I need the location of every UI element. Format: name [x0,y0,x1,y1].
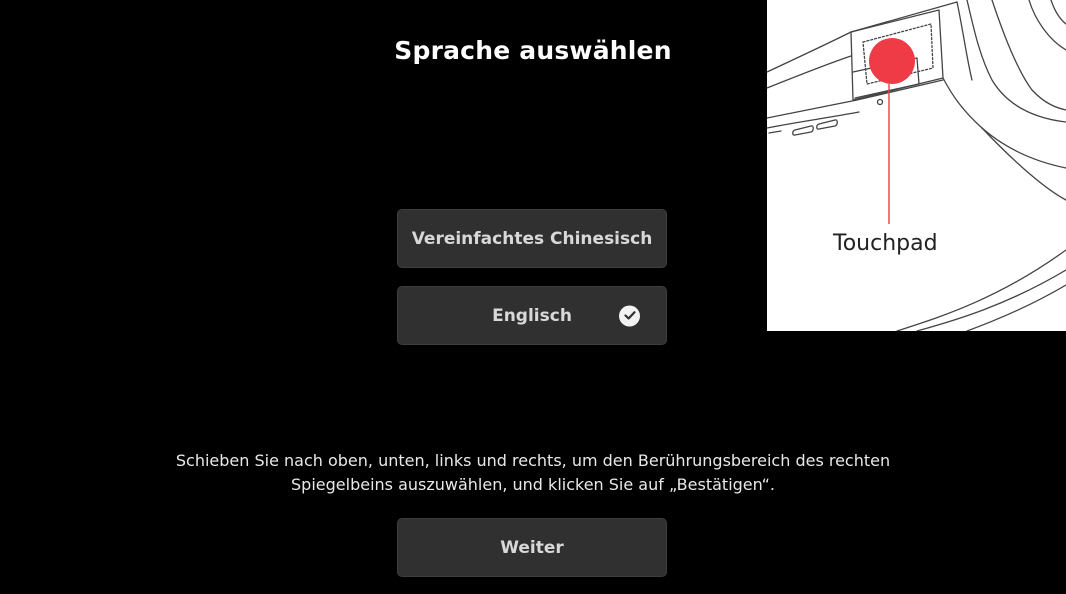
next-button[interactable]: Weiter [397,518,667,577]
touchpad-illustration: Touchpad [767,0,1066,331]
next-button-label: Weiter [500,537,564,558]
language-option-label: Vereinfachtes Chinesisch [411,228,653,249]
language-option-chinese[interactable]: Vereinfachtes Chinesisch [397,209,667,268]
language-option-label: Englisch [492,305,572,326]
check-icon [619,305,640,326]
language-option-english[interactable]: Englisch [397,286,667,345]
instruction-line: Schieben Sie nach oben, unten, links und… [175,451,891,470]
touchpad-label: Touchpad [833,231,938,256]
glasses-illustration-icon [767,0,1066,331]
instruction-text: Schieben Sie nach oben, unten, links und… [0,449,1066,497]
instruction-line: Spiegelbeins auszuwählen, und klicken Si… [291,475,775,494]
touchpad-highlight-icon [869,38,915,84]
